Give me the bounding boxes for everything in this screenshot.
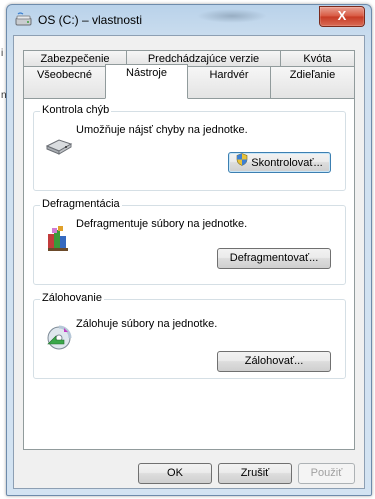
- backup-now-button[interactable]: Zálohovať...: [217, 351, 331, 372]
- button-label: Zrušiť: [240, 467, 270, 479]
- cancel-button[interactable]: Zrušiť: [218, 463, 292, 484]
- group-title: Defragmentácia: [40, 198, 122, 210]
- window-title: OS (C:) – vlastnosti: [38, 13, 143, 27]
- ok-button[interactable]: OK: [138, 463, 212, 484]
- uac-shield-icon: [236, 153, 248, 173]
- backup-icon: [44, 322, 74, 352]
- tab-general[interactable]: Všeobecné: [23, 66, 106, 99]
- title-bar-glow: [197, 9, 267, 23]
- error-check-group: Kontrola chýb Umožňuje nájsť chyby na je…: [33, 104, 346, 191]
- tools-tab-page: Kontrola chýb Umožňuje nájsť chyby na je…: [23, 98, 355, 450]
- check-now-button[interactable]: Skontrolovať...: [228, 152, 331, 173]
- button-label: Použiť: [310, 467, 343, 479]
- close-button[interactable]: X: [319, 6, 365, 27]
- backup-group: Zálohovanie Zálohuje súbory na jednotke.…: [33, 292, 346, 379]
- title-bar[interactable]: OS (C:) – vlastnosti X: [7, 5, 371, 35]
- drive-icon: [15, 12, 33, 28]
- button-label: Defragmentovať...: [229, 252, 319, 264]
- tab-label: Všeobecné: [36, 69, 93, 81]
- tab-label: Kvóta: [303, 53, 332, 65]
- dialog-client-area: Zabezpečenie Predchádzajúce verzie Kvóta…: [13, 35, 365, 489]
- tab-sharing[interactable]: Zdieľanie: [270, 66, 355, 99]
- tab-label: Hardvér: [209, 69, 249, 81]
- tab-tools[interactable]: Nástroje: [105, 64, 188, 99]
- disk-check-icon: [44, 132, 74, 162]
- tab-label: Nástroje: [126, 67, 167, 79]
- properties-dialog: OS (C:) – vlastnosti X Zabezpečenie Pred…: [6, 4, 372, 496]
- button-label: Zálohovať...: [244, 355, 304, 367]
- button-label: Skontrolovať...: [251, 156, 323, 169]
- apply-button[interactable]: Použiť: [298, 463, 355, 484]
- group-description: Zálohuje súbory na jednotke.: [76, 318, 218, 330]
- tab-hardware[interactable]: Hardvér: [187, 66, 271, 99]
- tab-quota[interactable]: Kvóta: [280, 50, 355, 66]
- group-description: Umožňuje nájsť chyby na jednotke.: [76, 124, 248, 136]
- group-title: Zálohovanie: [40, 292, 104, 304]
- tab-label: Zdieľanie: [289, 69, 336, 81]
- defragment-icon: [44, 224, 74, 254]
- background-text: i: [1, 48, 4, 59]
- group-description: Defragmentuje súbory na jednotke.: [76, 218, 248, 230]
- tab-label: Zabezpečenie: [40, 53, 110, 65]
- button-label: OK: [167, 467, 183, 479]
- group-title: Kontrola chýb: [40, 104, 112, 116]
- defragment-button[interactable]: Defragmentovať...: [217, 248, 331, 269]
- defrag-group: Defragmentácia Defragmentuje súbory na j…: [33, 198, 346, 285]
- close-icon: X: [337, 8, 347, 23]
